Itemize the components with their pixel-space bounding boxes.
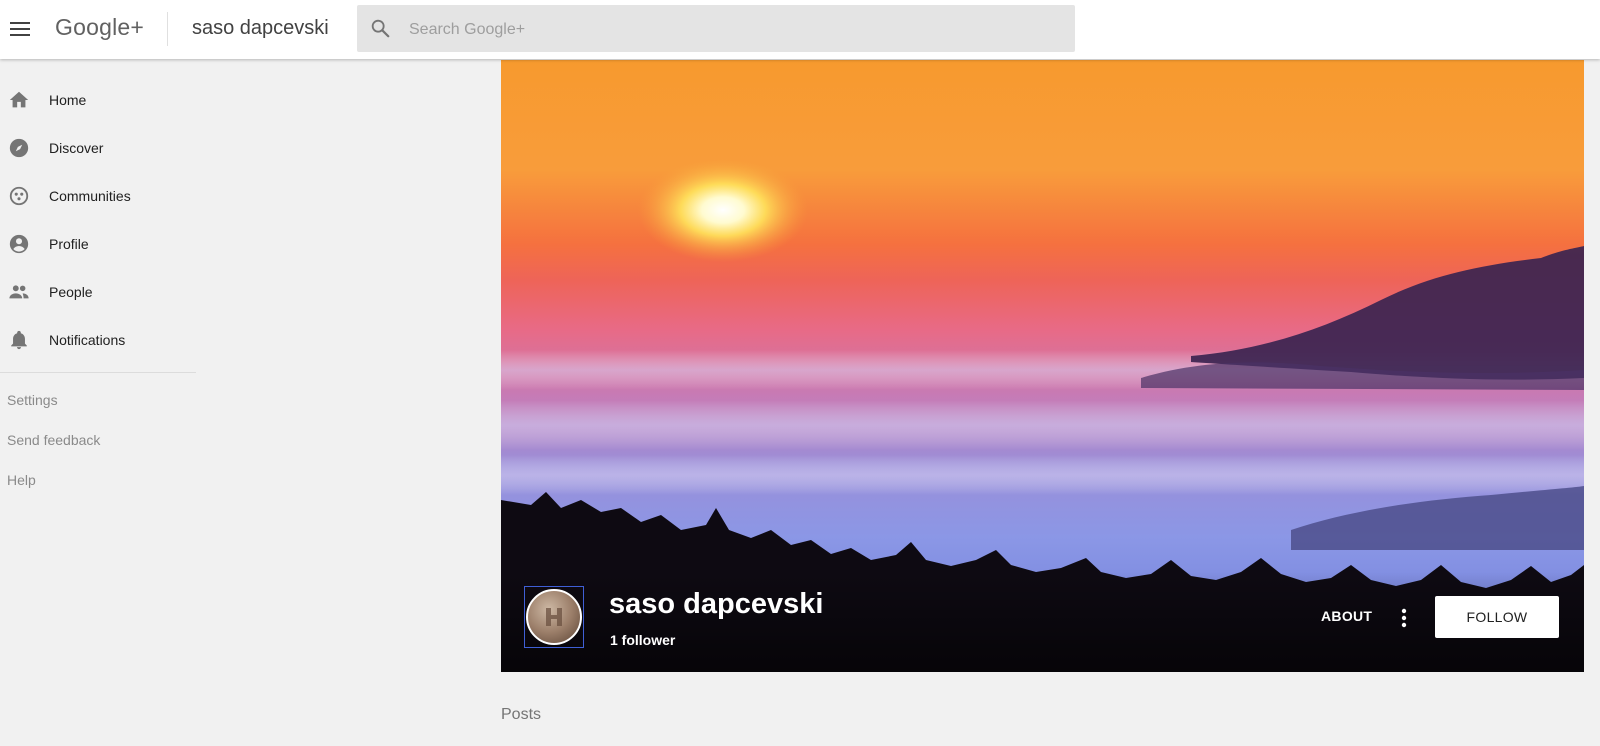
sidebar-item-home[interactable]: Home <box>0 76 196 124</box>
search-icon <box>369 17 391 39</box>
home-icon <box>8 89 30 111</box>
sidebar-item-people[interactable]: People <box>0 268 196 316</box>
search-bar[interactable] <box>357 5 1075 54</box>
profile-cover-card: saso dapcevski 1 follower ABOUT FOLLOW <box>501 60 1584 672</box>
people-icon <box>8 281 30 303</box>
sidebar-item-label: Communities <box>49 188 131 204</box>
posts-section-heading: Posts <box>501 706 542 723</box>
bell-icon <box>8 329 30 351</box>
communities-icon <box>8 185 30 207</box>
sidebar-item-label: People <box>49 284 93 300</box>
more-options-icon[interactable] <box>1398 607 1410 629</box>
avatar-image <box>526 589 582 645</box>
profile-icon <box>8 233 30 255</box>
sidebar-item-label: Profile <box>49 236 89 252</box>
profile-name: saso dapcevski <box>609 588 824 620</box>
cover-overlay <box>501 572 1584 672</box>
sidebar-item-communities[interactable]: Communities <box>0 172 196 220</box>
sidebar-item-label: Notifications <box>49 332 126 348</box>
sidebar-item-profile[interactable]: Profile <box>0 220 196 268</box>
send-feedback-link[interactable]: Send feedback <box>0 425 196 465</box>
sidebar-item-notifications[interactable]: Notifications <box>0 316 196 364</box>
compass-icon <box>8 137 30 159</box>
page-title: saso dapcevski <box>192 17 329 39</box>
sidebar-item-label: Home <box>49 92 87 108</box>
avatar[interactable] <box>524 586 584 648</box>
search-input[interactable] <box>407 5 1061 54</box>
follow-button[interactable]: FOLLOW <box>1435 596 1559 638</box>
about-button[interactable]: ABOUT <box>1321 608 1372 624</box>
google-plus-logo[interactable]: Google+ <box>55 14 144 41</box>
follower-count[interactable]: 1 follower <box>610 632 675 648</box>
sidebar-divider <box>0 372 196 373</box>
sidebar-secondary-links: Settings Send feedback Help <box>0 385 196 505</box>
sidebar-nav: Home Discover Communities Profile People… <box>0 76 196 505</box>
menu-icon[interactable] <box>8 17 32 41</box>
sidebar-item-discover[interactable]: Discover <box>0 124 196 172</box>
header-divider <box>167 12 168 46</box>
settings-link[interactable]: Settings <box>0 385 196 425</box>
top-app-bar: Google+ saso dapcevski <box>0 0 1600 59</box>
sidebar-item-label: Discover <box>49 140 104 156</box>
help-link[interactable]: Help <box>0 465 196 505</box>
